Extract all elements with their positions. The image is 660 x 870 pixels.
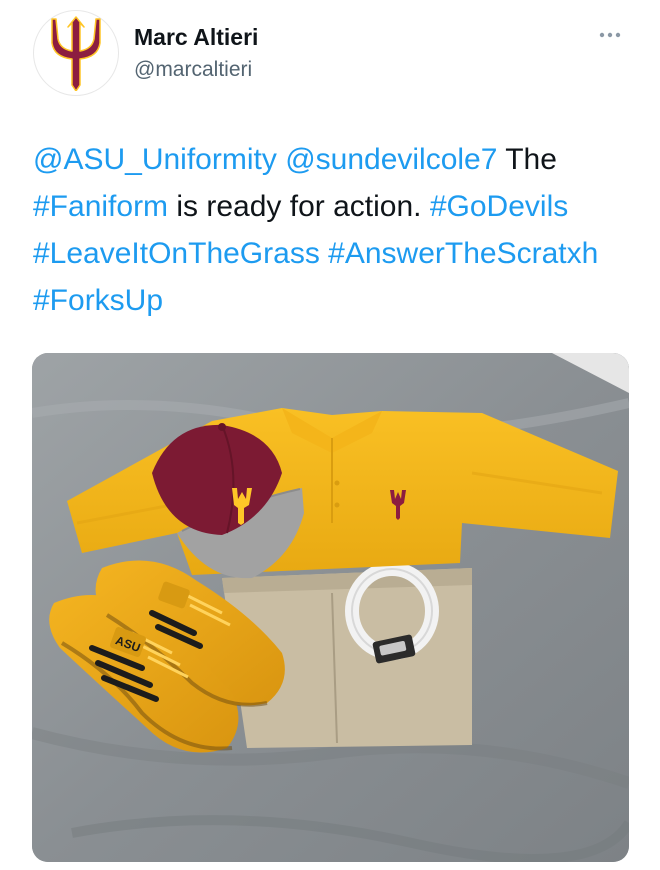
tweet-text-fragment bbox=[320, 237, 328, 270]
hashtag-link[interactable]: #AnswerTheScratxh bbox=[328, 237, 598, 270]
author-block: Marc Altieri @marcaltieri bbox=[134, 23, 258, 84]
more-icon[interactable] bbox=[598, 26, 622, 44]
tweet-text-fragment: The bbox=[497, 143, 557, 176]
avatar[interactable] bbox=[33, 10, 119, 96]
tweet-text-fragment bbox=[277, 143, 285, 176]
tweet-text-fragment: is ready for action. bbox=[168, 190, 430, 223]
tweet-text: @ASU_Uniformity @sundevilcole7 The #Fani… bbox=[33, 136, 643, 324]
hashtag-link[interactable]: #Faniform bbox=[33, 190, 168, 223]
hashtag-link[interactable]: #LeaveItOnTheGrass bbox=[33, 237, 320, 270]
tweet: Marc Altieri @marcaltieri @ASU_Uniformit… bbox=[0, 0, 660, 870]
tweet-photo[interactable]: ASU bbox=[32, 353, 629, 862]
mention-link[interactable]: @ASU_Uniformity bbox=[33, 143, 277, 176]
mention-link[interactable]: @sundevilcole7 bbox=[285, 143, 497, 176]
handle[interactable]: @marcaltieri bbox=[134, 56, 258, 84]
pitchfork-logo-icon bbox=[51, 16, 101, 91]
display-name[interactable]: Marc Altieri bbox=[134, 23, 258, 51]
hashtag-link[interactable]: #GoDevils bbox=[430, 190, 568, 223]
hashtag-link[interactable]: #ForksUp bbox=[33, 284, 163, 317]
